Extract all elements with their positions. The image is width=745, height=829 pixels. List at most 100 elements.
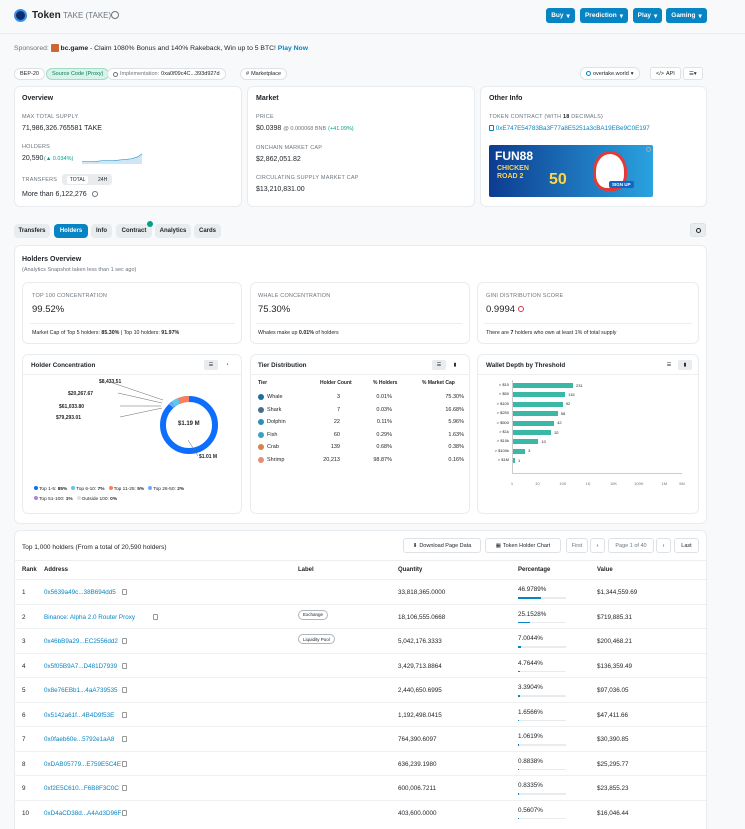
- search-button[interactable]: [690, 223, 706, 237]
- address-link[interactable]: 0x5142a61f...4B4D9f53E: [44, 712, 114, 719]
- tab-contract[interactable]: Contract: [116, 224, 152, 238]
- warning-icon: [518, 306, 524, 312]
- percentage-bar: [518, 646, 566, 648]
- api-button[interactable]: </> API: [650, 67, 681, 80]
- quantity-cell: 2,440,650.6995: [398, 687, 442, 694]
- legend-item[interactable]: Top 6-10: 7%: [71, 486, 105, 492]
- marketplace-chip[interactable]: # Marketplace: [240, 68, 288, 80]
- wallet-bar[interactable]: [513, 448, 526, 454]
- tab-holders[interactable]: Holders: [54, 224, 88, 238]
- donut-leader-lines: [109, 381, 199, 457]
- gaming-button[interactable]: Gaming ▾: [666, 8, 707, 23]
- percentage-bar: [518, 719, 566, 721]
- percentage-bar: [518, 695, 566, 697]
- bep20-badge: BEP-20: [14, 68, 45, 80]
- address-link[interactable]: 0xDAB05779...E759E5C4E: [44, 761, 121, 768]
- download-button[interactable]: ⬇ Download Page Data: [403, 538, 481, 553]
- wallet-bar[interactable]: [513, 458, 515, 464]
- wallet-bar[interactable]: [513, 411, 558, 417]
- copy-icon[interactable]: [121, 809, 127, 816]
- header-divider: [0, 33, 745, 34]
- copy-icon[interactable]: [152, 613, 158, 620]
- wallet-category-label: > $100k: [494, 447, 509, 453]
- tier-list-button[interactable]: ☰: [432, 360, 446, 370]
- buy-button[interactable]: Buy ▾: [546, 8, 575, 23]
- value-cell: $47,411.66: [597, 711, 629, 719]
- prev-page-button[interactable]: ‹: [590, 538, 605, 553]
- implementation-chip[interactable]: Implementation: 0xa0f09c4C...393d927d: [107, 68, 226, 80]
- verified-icon: [111, 11, 119, 19]
- play-button[interactable]: Play ▾: [633, 8, 662, 23]
- address-link[interactable]: 0x8e76EBb1...4aA739535: [44, 687, 118, 694]
- legend-item[interactable]: Top 11-25: 5%: [108, 486, 144, 492]
- tab-analytics[interactable]: Analytics: [155, 224, 191, 238]
- wallet-category-label: > $1M: [497, 457, 509, 463]
- copy-icon[interactable]: [121, 760, 127, 767]
- copy-icon[interactable]: [121, 711, 127, 718]
- legend-item[interactable]: Outside 100: 0%: [76, 496, 117, 502]
- sponsor-site[interactable]: bc.game: [61, 45, 89, 52]
- holder-chart-button[interactable]: ▦ Token Holder Chart: [485, 538, 561, 553]
- chart-view-button[interactable]: ◔: [220, 360, 234, 370]
- copy-icon[interactable]: [121, 736, 127, 742]
- next-page-button[interactable]: ›: [656, 538, 671, 553]
- percentage-bar: [518, 817, 566, 819]
- wallet-bar[interactable]: [513, 430, 552, 435]
- table-top-divider: [14, 560, 707, 561]
- tier-chart-button[interactable]: ▮: [448, 360, 462, 370]
- copy-icon[interactable]: [121, 589, 127, 595]
- legend-item[interactable]: Top 51-100: 1%: [34, 496, 73, 502]
- legend-item[interactable]: Top 26-50: 2%: [148, 486, 184, 492]
- website-button[interactable]: overtake.world ▾: [580, 67, 640, 80]
- last-page-button[interactable]: Last: [674, 538, 699, 553]
- info-icon: [92, 191, 98, 197]
- legend-item[interactable]: Top 1-5: 85%: [34, 486, 67, 492]
- tab-transfers[interactable]: Transfers: [14, 224, 50, 238]
- percentage-bar: [518, 597, 566, 599]
- transfers-toggle[interactable]: TOTAL 24H: [62, 174, 112, 185]
- address-link[interactable]: 0xf2E5C610...F6B8F3C0C: [44, 785, 119, 792]
- value-cell: $23,855.23: [597, 785, 629, 792]
- more-menu-button[interactable]: ☰▾: [683, 67, 703, 80]
- address-link[interactable]: 0x0faeb60e...5792e1aA8: [44, 736, 114, 743]
- address-link[interactable]: Binance: Alpha 2.0 Router Proxy: [44, 614, 135, 621]
- tab-cards[interactable]: Cards: [194, 224, 221, 238]
- wallet-list-button[interactable]: ☰: [662, 360, 676, 370]
- toggle-total[interactable]: TOTAL: [66, 175, 89, 184]
- wallet-bar[interactable]: [513, 439, 539, 445]
- copy-icon[interactable]: [121, 638, 127, 644]
- wallet-bar-value: 58: [560, 410, 566, 416]
- contract-address-link[interactable]: 0xE747E54783Ba3F77a8E5251a3cBA19EBe9C0E1…: [489, 125, 650, 132]
- play-now-link[interactable]: Play Now: [278, 45, 308, 52]
- top-holders-title: Top 1,000 holders (From a total of 20,59…: [22, 544, 167, 551]
- quantity-cell: 764,390.6097: [398, 736, 437, 743]
- address-link[interactable]: 0xD4aCD38d...A4Ad3D96F: [44, 810, 121, 817]
- globe-icon: [586, 71, 591, 76]
- price-label: PRICE: [256, 114, 274, 120]
- copy-icon[interactable]: [121, 687, 127, 693]
- address-link[interactable]: 0x46bB9a29...EC2556dd2: [44, 638, 118, 645]
- wallet-axis-tick: 100K: [634, 481, 644, 486]
- address-link[interactable]: 0x5f05B9A7...D481D7939: [44, 663, 117, 670]
- wallet-bar[interactable]: [513, 392, 566, 398]
- rank-cell: 1: [22, 589, 26, 596]
- address-link[interactable]: 0x5639a49c...38B694dd5: [44, 589, 116, 596]
- max-supply-value: 71,986,326.765581 TAKE: [22, 125, 102, 132]
- prediction-button[interactable]: Prediction ▾: [580, 8, 628, 23]
- wallet-bar[interactable]: [513, 401, 563, 407]
- wallet-category-label: > $100: [496, 400, 509, 406]
- wallet-bar[interactable]: [513, 383, 573, 388]
- wallet-chart-button[interactable]: ▮: [678, 360, 692, 370]
- wallet-bar[interactable]: [513, 420, 555, 426]
- copy-icon[interactable]: [121, 662, 127, 669]
- tab-info[interactable]: Info: [91, 224, 112, 238]
- onchain-cap-label: ONCHAIN MARKET CAP: [256, 145, 323, 151]
- source-code-badge[interactable]: Source Code (Proxy): [46, 68, 110, 80]
- copy-icon[interactable]: [121, 785, 127, 791]
- list-view-button[interactable]: ☰: [204, 360, 218, 370]
- tier-row: Fish 60 0.29% 1.63%: [258, 430, 464, 441]
- tier-table-header: Tier Holder Count% Holders% Market Cap: [258, 380, 455, 386]
- first-page-button[interactable]: First: [566, 538, 588, 553]
- fun88-ad-banner[interactable]: FUN88 CHICKEN ROAD 2 50 SIGN UP: [489, 145, 653, 197]
- toggle-24h[interactable]: 24H: [98, 177, 107, 183]
